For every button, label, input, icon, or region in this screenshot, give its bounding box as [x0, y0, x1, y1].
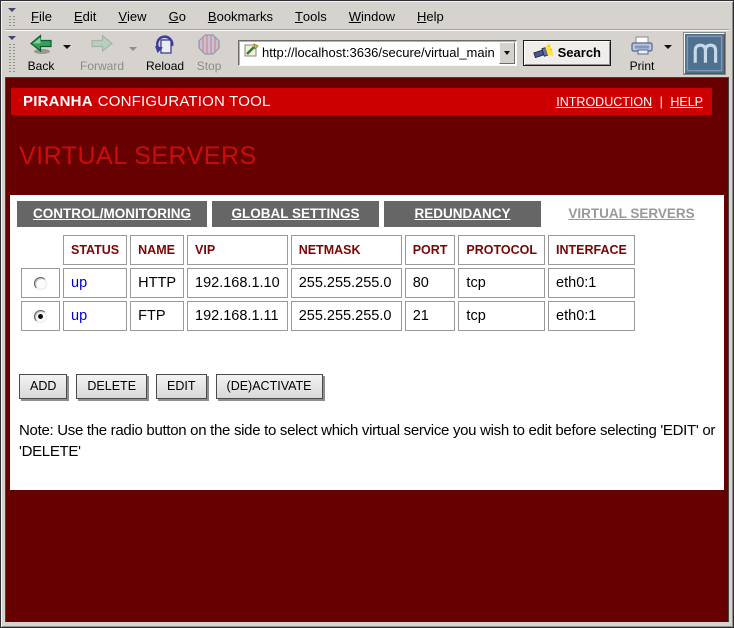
forward-dropdown-icon[interactable]: [129, 47, 137, 51]
search-flashlight-icon: [533, 43, 553, 62]
edit-button[interactable]: EDIT: [156, 374, 206, 399]
cell-netmask: 255.255.255.0: [291, 268, 402, 298]
search-button[interactable]: Search: [523, 40, 611, 66]
help-link[interactable]: HELP: [670, 95, 703, 109]
menu-bookmarks[interactable]: Bookmarks: [197, 4, 284, 29]
cell-netmask: 255.255.255.0: [291, 301, 402, 331]
nav-separator: |: [660, 95, 663, 109]
reload-label: Reload: [146, 59, 184, 73]
print-button[interactable]: Print: [621, 32, 663, 76]
content-panel: CONTROL/MONITORING GLOBAL SETTINGS REDUN…: [10, 195, 724, 490]
page-viewport: PIRANHACONFIGURATION TOOL INTRODUCTION |…: [5, 77, 729, 622]
chevron-down-icon: [504, 51, 510, 55]
stop-label: Stop: [197, 59, 222, 73]
menu-go[interactable]: Go: [158, 4, 197, 29]
print-label: Print: [630, 59, 655, 73]
deactivate-button[interactable]: (DE)ACTIVATE: [216, 374, 323, 399]
tab-bar: CONTROL/MONITORING GLOBAL SETTINGS REDUN…: [17, 201, 717, 227]
note-text: Note: Use the radio button on the side t…: [19, 421, 717, 462]
status-link[interactable]: up: [63, 268, 127, 298]
cell-port: 80: [405, 268, 456, 298]
col-status: STATUS: [63, 235, 127, 265]
location-icon: [243, 42, 260, 63]
status-link[interactable]: up: [63, 301, 127, 331]
tab-redundancy[interactable]: REDUNDANCY: [384, 201, 541, 227]
virtual-servers-table: STATUS NAME VIP NETMASK PORT PROTOCOL IN…: [18, 232, 638, 334]
add-button[interactable]: ADD: [19, 374, 67, 399]
cell-interface: eth0:1: [548, 268, 635, 298]
introduction-link[interactable]: INTRODUCTION: [556, 95, 652, 109]
piranha-masthead: PIRANHACONFIGURATION TOOL INTRODUCTION |…: [11, 88, 712, 115]
url-input[interactable]: [260, 45, 499, 60]
menu-help[interactable]: Help: [406, 4, 455, 29]
menu-window[interactable]: Window: [338, 4, 406, 29]
print-dropdown-icon[interactable]: [664, 45, 672, 49]
menu-tools[interactable]: Tools: [284, 4, 338, 29]
back-label: Back: [28, 59, 55, 73]
table-corner-cell: [21, 235, 60, 265]
navigation-toolbar: Back Forward Reload: [5, 30, 729, 77]
url-bar: [238, 40, 517, 66]
col-interface: INTERFACE: [548, 235, 635, 265]
back-icon: [29, 34, 53, 58]
cell-protocol: tcp: [458, 268, 545, 298]
forward-icon: [90, 34, 114, 58]
url-history-dropdown[interactable]: [499, 42, 515, 64]
cell-vip: 192.168.1.11: [187, 301, 288, 331]
back-button[interactable]: Back: [20, 32, 62, 76]
row-radio[interactable]: [34, 310, 47, 323]
col-name: NAME: [130, 235, 184, 265]
menu-bar: File Edit View Go Bookmarks Tools Window…: [5, 4, 729, 30]
menu-edit[interactable]: Edit: [63, 4, 107, 29]
row-radio[interactable]: [34, 277, 47, 290]
cell-protocol: tcp: [458, 301, 545, 331]
col-vip: VIP: [187, 235, 288, 265]
col-netmask: NETMASK: [291, 235, 402, 265]
masthead-nav: INTRODUCTION | HELP: [556, 95, 703, 109]
cell-name: HTTP: [130, 268, 184, 298]
menu-file[interactable]: File: [20, 4, 63, 29]
app-title: PIRANHACONFIGURATION TOOL: [23, 93, 271, 110]
cell-port: 21: [405, 301, 456, 331]
browser-window: File Edit View Go Bookmarks Tools Window…: [0, 0, 734, 628]
action-button-row: ADD DELETE EDIT (DE)ACTIVATE: [19, 374, 717, 399]
cell-name: FTP: [130, 301, 184, 331]
page-title: VIRTUAL SERVERS: [19, 142, 724, 171]
search-label: Search: [558, 45, 601, 60]
menu-view[interactable]: View: [107, 4, 157, 29]
mozilla-throbber-logo[interactable]: [684, 33, 725, 74]
toolbar-grippy[interactable]: [7, 33, 17, 74]
menubar-grippy[interactable]: [7, 5, 17, 28]
reload-icon: [153, 34, 177, 58]
tab-virtual-servers[interactable]: VIRTUAL SERVERS: [546, 201, 717, 227]
cell-interface: eth0:1: [548, 301, 635, 331]
forward-label: Forward: [80, 59, 124, 73]
table-header-row: STATUS NAME VIP NETMASK PORT PROTOCOL IN…: [21, 235, 635, 265]
tab-control-monitoring[interactable]: CONTROL/MONITORING: [17, 201, 207, 227]
back-dropdown-icon[interactable]: [63, 45, 71, 49]
forward-button[interactable]: Forward: [76, 32, 128, 76]
stop-icon: [198, 34, 220, 58]
stop-button[interactable]: Stop: [188, 32, 230, 76]
col-port: PORT: [405, 235, 456, 265]
table-row: up FTP 192.168.1.11 255.255.255.0 21 tcp…: [21, 301, 635, 331]
reload-button[interactable]: Reload: [142, 32, 188, 76]
tab-global-settings[interactable]: GLOBAL SETTINGS: [212, 201, 379, 227]
cell-vip: 192.168.1.10: [187, 268, 288, 298]
delete-button[interactable]: DELETE: [76, 374, 147, 399]
print-icon: [629, 35, 655, 58]
col-protocol: PROTOCOL: [458, 235, 545, 265]
table-row: up HTTP 192.168.1.10 255.255.255.0 80 tc…: [21, 268, 635, 298]
